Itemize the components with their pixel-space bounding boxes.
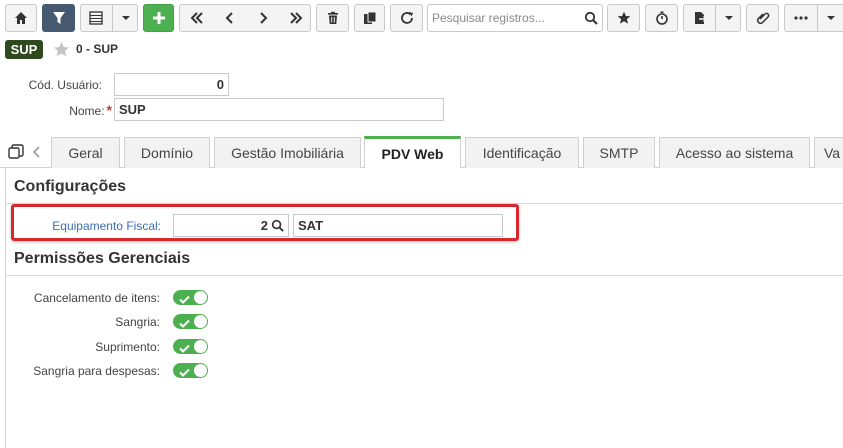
divider [112, 5, 113, 31]
refresh-button[interactable] [390, 4, 423, 32]
timer-button[interactable] [645, 4, 678, 32]
chevron-down-icon [826, 14, 836, 22]
previous-record-button[interactable] [213, 5, 246, 31]
tab-identificacao[interactable]: Identificação [465, 137, 579, 168]
add-button[interactable] [143, 4, 174, 32]
record-navigation [179, 4, 311, 32]
attachment-button[interactable] [746, 4, 779, 32]
toggle-knob [194, 340, 207, 353]
cancelamento-de-itens-toggle[interactable] [173, 290, 208, 305]
nome-label-text: Nome: [69, 104, 105, 118]
toggle-knob [194, 315, 207, 328]
tab-smtp[interactable]: SMTP [583, 137, 655, 168]
export-button[interactable] [683, 4, 741, 32]
sangria-para-despesas-toggle[interactable] [173, 363, 208, 378]
next-record-button[interactable] [246, 5, 279, 31]
search-icon[interactable] [584, 11, 598, 28]
first-record-button[interactable] [180, 5, 213, 31]
next-record-icon [256, 11, 270, 25]
cod-usuario-label: Cód. Usuário: [28, 78, 102, 92]
more-options-button[interactable] [784, 4, 843, 32]
suprimento-toggle[interactable] [173, 339, 208, 354]
highlight-box [11, 204, 519, 241]
filter-button[interactable] [42, 4, 75, 32]
view-mode-button[interactable] [80, 4, 138, 32]
tab-gestao-imobiliaria[interactable]: Gestão Imobiliária [214, 137, 361, 168]
favorite-star-icon [617, 11, 631, 25]
check-icon [179, 293, 190, 307]
cancelamento-de-itens-label: Cancelamento de itens: [33, 291, 160, 305]
copy-button[interactable] [354, 4, 385, 32]
tab-bar: Geral Domínio Gestão Imobiliária PDV Web… [0, 136, 843, 168]
cod-usuario-field[interactable]: 0 [114, 73, 229, 96]
first-record-icon [190, 11, 204, 25]
nome-field[interactable]: SUP [114, 98, 444, 121]
divider [817, 5, 818, 31]
toggle-knob [194, 291, 207, 304]
home-button[interactable] [5, 4, 37, 32]
sangria-label: Sangria: [115, 315, 160, 329]
delete-button[interactable] [316, 4, 349, 32]
attachment-icon [756, 11, 770, 25]
more-options-icon [794, 16, 808, 20]
chevron-down-icon [724, 14, 734, 22]
tab-va[interactable]: Va [814, 137, 843, 168]
home-icon [14, 11, 28, 25]
check-icon [179, 342, 190, 356]
last-record-button[interactable] [279, 5, 312, 31]
section-divider [6, 275, 843, 276]
refresh-icon [400, 11, 414, 25]
record-title: 0 - SUP [76, 42, 119, 56]
configuracoes-title: Configurações [14, 178, 127, 195]
divider [715, 5, 716, 31]
favorite-button[interactable] [607, 4, 640, 32]
tab-dominio[interactable]: Domínio [124, 137, 210, 168]
toolbar [0, 0, 843, 36]
previous-record-icon [223, 11, 237, 25]
search-box [427, 4, 603, 32]
add-icon [152, 11, 166, 25]
required-marker: * [106, 102, 112, 118]
sangria-para-despesas-label: Sangria para despesas: [33, 364, 160, 378]
copy-icon [363, 11, 377, 25]
grid-view-icon [89, 11, 103, 25]
sangria-toggle[interactable] [173, 314, 208, 329]
toggle-knob [194, 364, 207, 377]
search-input[interactable] [428, 5, 578, 31]
suprimento-label: Suprimento: [95, 340, 160, 354]
check-icon [179, 366, 190, 380]
permissoes-gerenciais-title: Permissões Gerenciais [14, 250, 191, 267]
check-icon [179, 317, 190, 331]
export-file-icon [693, 11, 707, 25]
tab-geral[interactable]: Geral [51, 137, 120, 168]
tab-pdv-web[interactable]: PDV Web [364, 136, 461, 168]
last-record-icon [289, 11, 303, 25]
delete-icon [326, 11, 340, 25]
timer-icon [655, 11, 669, 25]
filter-icon [52, 11, 66, 25]
nome-label: Nome: * [10, 102, 112, 118]
chevron-down-icon [121, 14, 131, 22]
favorite-star-icon[interactable] [53, 41, 70, 61]
tab-acesso-ao-sistema[interactable]: Acesso ao sistema [659, 137, 810, 168]
record-badge: SUP [5, 40, 43, 59]
